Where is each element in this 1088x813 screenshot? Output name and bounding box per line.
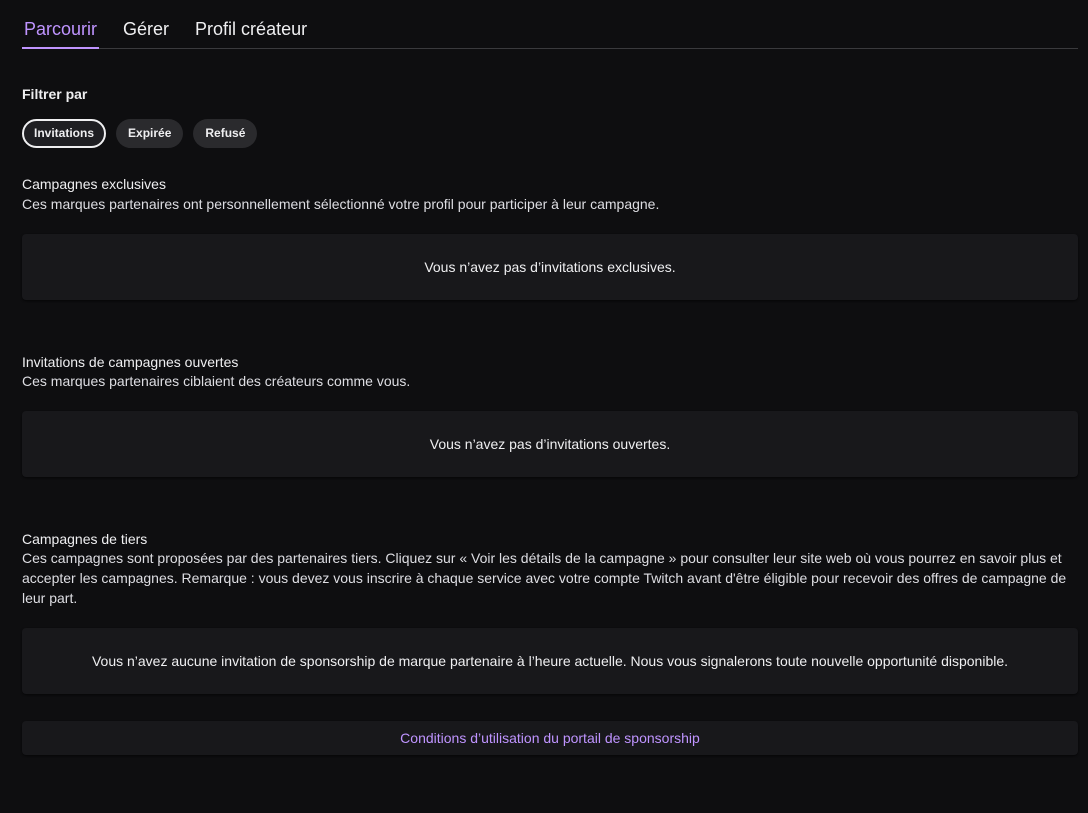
sponsorship-page: Parcourir Gérer Profil créateur Filtrer …: [0, 0, 1088, 813]
tab-profil-createur[interactable]: Profil créateur: [193, 18, 309, 48]
exclusive-empty-text: Vous n’avez pas d’invitations exclusives…: [424, 259, 676, 275]
third-party-section-title: Campagnes de tiers: [22, 531, 148, 547]
exclusive-section-title: Campagnes exclusives: [22, 176, 166, 192]
exclusive-section-description: Ces marques partenaires ont personnellem…: [22, 196, 660, 212]
chip-refuse[interactable]: Refusé: [193, 119, 258, 148]
chip-invitations[interactable]: Invitations: [22, 119, 107, 148]
open-section-description: Ces marques partenaires ciblaient des cr…: [22, 373, 411, 389]
third-party-section-description: Ces campagnes sont proposées par des par…: [22, 550, 1067, 606]
open-empty-state: Vous n’avez pas d’invitations ouvertes.: [22, 411, 1078, 477]
filter-chips: Invitations Expirée Refusé: [22, 119, 258, 148]
terms-container: Conditions d’utilisation du portail de s…: [22, 721, 1078, 755]
tab-parcourir[interactable]: Parcourir: [22, 18, 100, 49]
third-party-empty-state: Vous n’avez aucune invitation de sponsor…: [22, 628, 1078, 694]
third-party-empty-text: Vous n’avez aucune invitation de sponsor…: [91, 653, 1009, 669]
tab-gerer[interactable]: Gérer: [121, 18, 171, 48]
open-section-title: Invitations de campagnes ouvertes: [22, 354, 239, 370]
exclusive-empty-state: Vous n’avez pas d’invitations exclusives…: [22, 234, 1078, 300]
chip-expiree[interactable]: Expirée: [116, 119, 184, 148]
filter-label: Filtrer par: [22, 86, 88, 102]
tab-bar: Parcourir Gérer Profil créateur: [22, 0, 1078, 49]
terms-link[interactable]: Conditions d’utilisation du portail de s…: [400, 730, 700, 746]
open-empty-text: Vous n’avez pas d’invitations ouvertes.: [429, 436, 671, 452]
